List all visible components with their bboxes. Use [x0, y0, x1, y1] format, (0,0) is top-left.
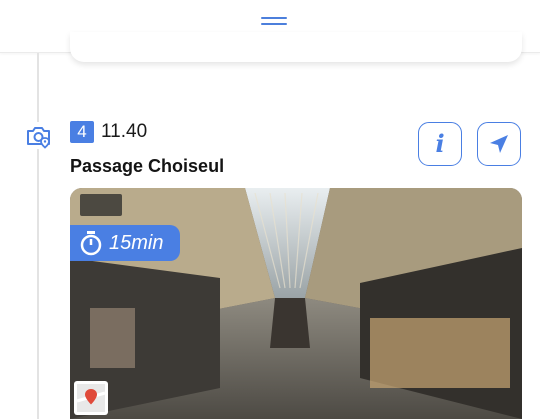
- stopwatch-icon: [80, 231, 102, 256]
- drag-handle-icon[interactable]: [261, 17, 287, 29]
- navigation-arrow-icon: [490, 135, 508, 153]
- info-icon: i: [435, 129, 445, 158]
- stop-number-badge: 4: [70, 121, 94, 143]
- stop-photo[interactable]: 15min: [70, 188, 522, 419]
- timeline-line: [37, 53, 39, 419]
- stop-time: 11.40: [101, 121, 148, 142]
- camera-location-icon: [25, 122, 52, 149]
- street-view-label: [80, 194, 122, 216]
- info-button[interactable]: i: [418, 122, 462, 166]
- map-thumbnail-icon[interactable]: [74, 381, 108, 415]
- duration-text: 15min: [109, 231, 164, 254]
- stop-name: Passage Choiseul: [70, 156, 225, 176]
- duration-badge: 15min: [70, 225, 180, 261]
- navigate-button[interactable]: [477, 122, 521, 166]
- previous-stop-card[interactable]: [70, 32, 522, 62]
